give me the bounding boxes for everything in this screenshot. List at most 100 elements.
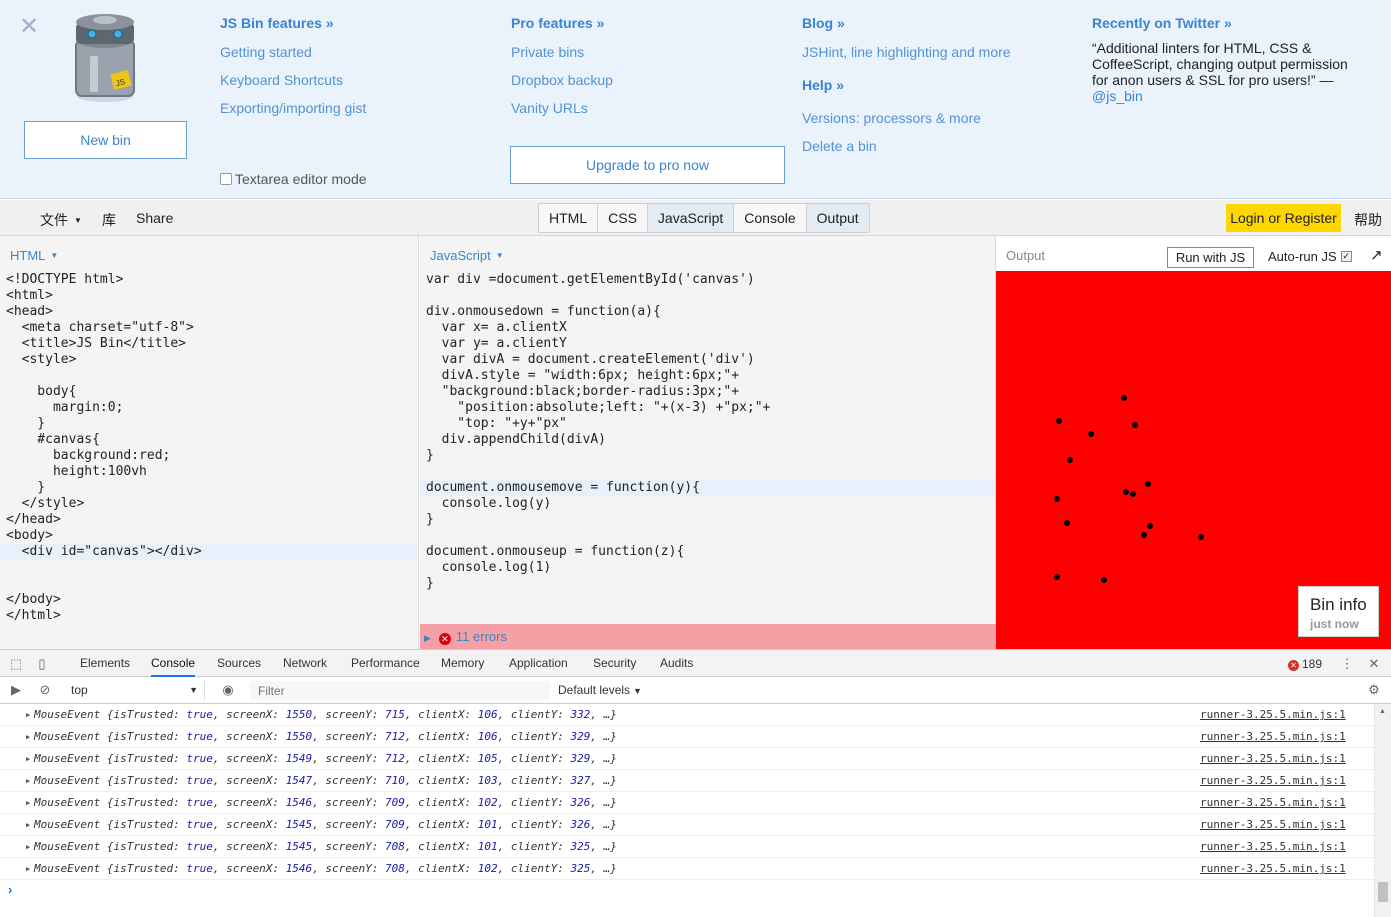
tweet-text: “Additional linters for HTML, CSS & Coff… [1092, 40, 1362, 104]
console-settings-gear-icon[interactable]: ⚙ [1366, 682, 1382, 698]
bin-info-timestamp: just now [1310, 617, 1359, 631]
devtools-tab-network[interactable]: Network [283, 650, 327, 677]
info-panel: ✕ JS New bin JS Bin features » Getting s… [0, 0, 1391, 199]
popout-arrow-icon[interactable]: ↗ [1370, 246, 1383, 264]
link-vanity-urls[interactable]: Vanity URLs [511, 94, 613, 122]
blog-heading[interactable]: Blog » [802, 14, 1011, 32]
features-heading[interactable]: JS Bin features » [220, 14, 366, 32]
js-code-line: "position:absolute;left: "+(x-3) +"px;"+ [426, 400, 771, 415]
log-source-link[interactable]: runner-3.25.5.min.js:1 [1200, 748, 1346, 770]
live-expression-eye-icon[interactable]: ◉ [220, 682, 236, 698]
log-levels-label: Default levels [558, 683, 631, 697]
close-devtools-icon[interactable]: ✕ [1366, 656, 1382, 672]
bin-info-box[interactable]: Bin info just now [1298, 586, 1379, 637]
autorun-toggle[interactable]: Auto-run JS ✓ [1268, 249, 1352, 264]
console-log-row[interactable]: ▶ MouseEvent {isTrusted: true, screenX: 1… [0, 858, 1374, 880]
link-exporting-gist[interactable]: Exporting/importing gist [220, 94, 366, 122]
tab-output[interactable]: Output [806, 204, 869, 232]
twitter-heading[interactable]: Recently on Twitter » [1092, 14, 1362, 32]
tab-javascript[interactable]: JavaScript [647, 204, 735, 232]
console-log-row[interactable]: ▶ MouseEvent {isTrusted: true, screenX: 1… [0, 726, 1374, 748]
log-message: MouseEvent {isTrusted: true, screenX: 15… [34, 840, 617, 853]
show-sidebar-icon[interactable]: ▶ [8, 682, 24, 698]
console-scrollbar[interactable]: ▲ [1374, 704, 1391, 917]
file-menu[interactable]: 文件 ▼ [40, 210, 82, 230]
help-menu[interactable]: 帮助 [1354, 210, 1382, 230]
close-icon[interactable]: ✕ [19, 15, 39, 39]
help-heading[interactable]: Help » [802, 76, 1011, 94]
console-filter-input[interactable] [250, 681, 550, 700]
js-pane-label[interactable]: JavaScript ▼ [430, 248, 504, 263]
more-options-icon[interactable]: ⋮ [1339, 656, 1355, 672]
devtools-error-counter[interactable]: ✕ 189 [1288, 657, 1322, 671]
link-delete-bin[interactable]: Delete a bin [802, 132, 1011, 160]
log-source-link[interactable]: runner-3.25.5.min.js:1 [1200, 814, 1346, 836]
expand-triangle-icon[interactable]: ▶ [26, 770, 30, 792]
js-code-editor[interactable]: var div =document.getElementById('canvas… [420, 272, 995, 592]
error-bar[interactable]: ▶ ✕ 11 errors [420, 624, 996, 649]
link-getting-started[interactable]: Getting started [220, 38, 366, 66]
expand-triangle-icon[interactable]: ▶ [26, 836, 30, 858]
log-levels-dropdown[interactable]: Default levels ▼ [558, 683, 642, 697]
console-log-row[interactable]: ▶ MouseEvent {isTrusted: true, screenX: 1… [0, 748, 1374, 770]
expand-triangle-icon[interactable]: ▶ [26, 792, 30, 814]
link-dropbox-backup[interactable]: Dropbox backup [511, 66, 613, 94]
link-jshint-post[interactable]: JSHint, line highlighting and more [802, 38, 1011, 66]
link-private-bins[interactable]: Private bins [511, 38, 613, 66]
expand-triangle-icon[interactable]: ▶ [424, 633, 431, 643]
autorun-checkbox[interactable]: ✓ [1340, 251, 1352, 262]
upgrade-pro-button[interactable]: Upgrade to pro now [510, 146, 785, 184]
console-prompt[interactable]: › [8, 882, 12, 897]
log-source-link[interactable]: runner-3.25.5.min.js:1 [1200, 704, 1346, 726]
log-source-link[interactable]: runner-3.25.5.min.js:1 [1200, 770, 1346, 792]
devtools-tab-performance[interactable]: Performance [351, 650, 420, 677]
html-pane-label[interactable]: HTML ▼ [10, 248, 58, 263]
tab-console[interactable]: Console [734, 204, 807, 232]
expand-triangle-icon[interactable]: ▶ [26, 858, 30, 880]
inspect-element-icon[interactable]: ⬚ [8, 656, 24, 672]
console-log-row[interactable]: ▶ MouseEvent {isTrusted: true, screenX: 1… [0, 770, 1374, 792]
console-log-row[interactable]: ▶ MouseEvent {isTrusted: true, screenX: 1… [0, 814, 1374, 836]
log-source-link[interactable]: runner-3.25.5.min.js:1 [1200, 792, 1346, 814]
share-menu[interactable]: Share [136, 210, 173, 226]
console-log-row[interactable]: ▶ MouseEvent {isTrusted: true, screenX: 1… [0, 836, 1374, 858]
devtools-tab-audits[interactable]: Audits [660, 650, 693, 677]
library-menu[interactable]: 库 [102, 210, 116, 230]
log-source-link[interactable]: runner-3.25.5.min.js:1 [1200, 858, 1346, 880]
link-keyboard-shortcuts[interactable]: Keyboard Shortcuts [220, 66, 366, 94]
textarea-mode-toggle[interactable]: Textarea editor mode [220, 171, 367, 187]
scroll-up-icon[interactable]: ▲ [1379, 708, 1386, 715]
login-register-button[interactable]: Login or Register [1226, 204, 1341, 232]
new-bin-button[interactable]: New bin [24, 121, 187, 159]
pro-features-heading[interactable]: Pro features » [511, 14, 613, 32]
context-select[interactable]: top ▼ [63, 681, 205, 700]
device-toolbar-icon[interactable]: ▯ [34, 656, 50, 672]
console-log-row[interactable]: ▶ MouseEvent {isTrusted: true, screenX: 1… [0, 704, 1374, 726]
clear-console-icon[interactable]: ⊘ [37, 682, 53, 698]
twitter-column: Recently on Twitter » “Additional linter… [1092, 14, 1362, 104]
tab-css[interactable]: CSS [598, 204, 648, 232]
js-code-line: document.onmouseup = function(z){ [426, 544, 685, 559]
html-code-line: </body> [6, 592, 61, 607]
html-code-editor[interactable]: <!DOCTYPE html> <html> <head> <meta charse… [0, 272, 418, 624]
tab-html[interactable]: HTML [539, 204, 599, 232]
expand-triangle-icon[interactable]: ▶ [26, 814, 30, 836]
run-with-js-button[interactable]: Run with JS [1167, 247, 1254, 268]
devtools-tab-memory[interactable]: Memory [441, 650, 484, 677]
canvas-dot [1121, 395, 1127, 401]
devtools-tab-sources[interactable]: Sources [217, 650, 261, 677]
expand-triangle-icon[interactable]: ▶ [26, 704, 30, 726]
devtools-tab-application[interactable]: Application [509, 650, 568, 677]
scrollbar-thumb[interactable] [1378, 882, 1388, 902]
log-source-link[interactable]: runner-3.25.5.min.js:1 [1200, 726, 1346, 748]
tweet-handle-link[interactable]: @js_bin [1092, 88, 1362, 104]
console-log-row[interactable]: ▶ MouseEvent {isTrusted: true, screenX: 1… [0, 792, 1374, 814]
expand-triangle-icon[interactable]: ▶ [26, 748, 30, 770]
link-versions[interactable]: Versions: processors & more [802, 104, 1011, 132]
devtools-tab-security[interactable]: Security [593, 650, 636, 677]
devtools-tab-elements[interactable]: Elements [80, 650, 130, 677]
devtools-tab-console[interactable]: Console [151, 650, 196, 677]
textarea-mode-checkbox[interactable] [220, 173, 232, 185]
expand-triangle-icon[interactable]: ▶ [26, 726, 30, 748]
log-source-link[interactable]: runner-3.25.5.min.js:1 [1200, 836, 1346, 858]
